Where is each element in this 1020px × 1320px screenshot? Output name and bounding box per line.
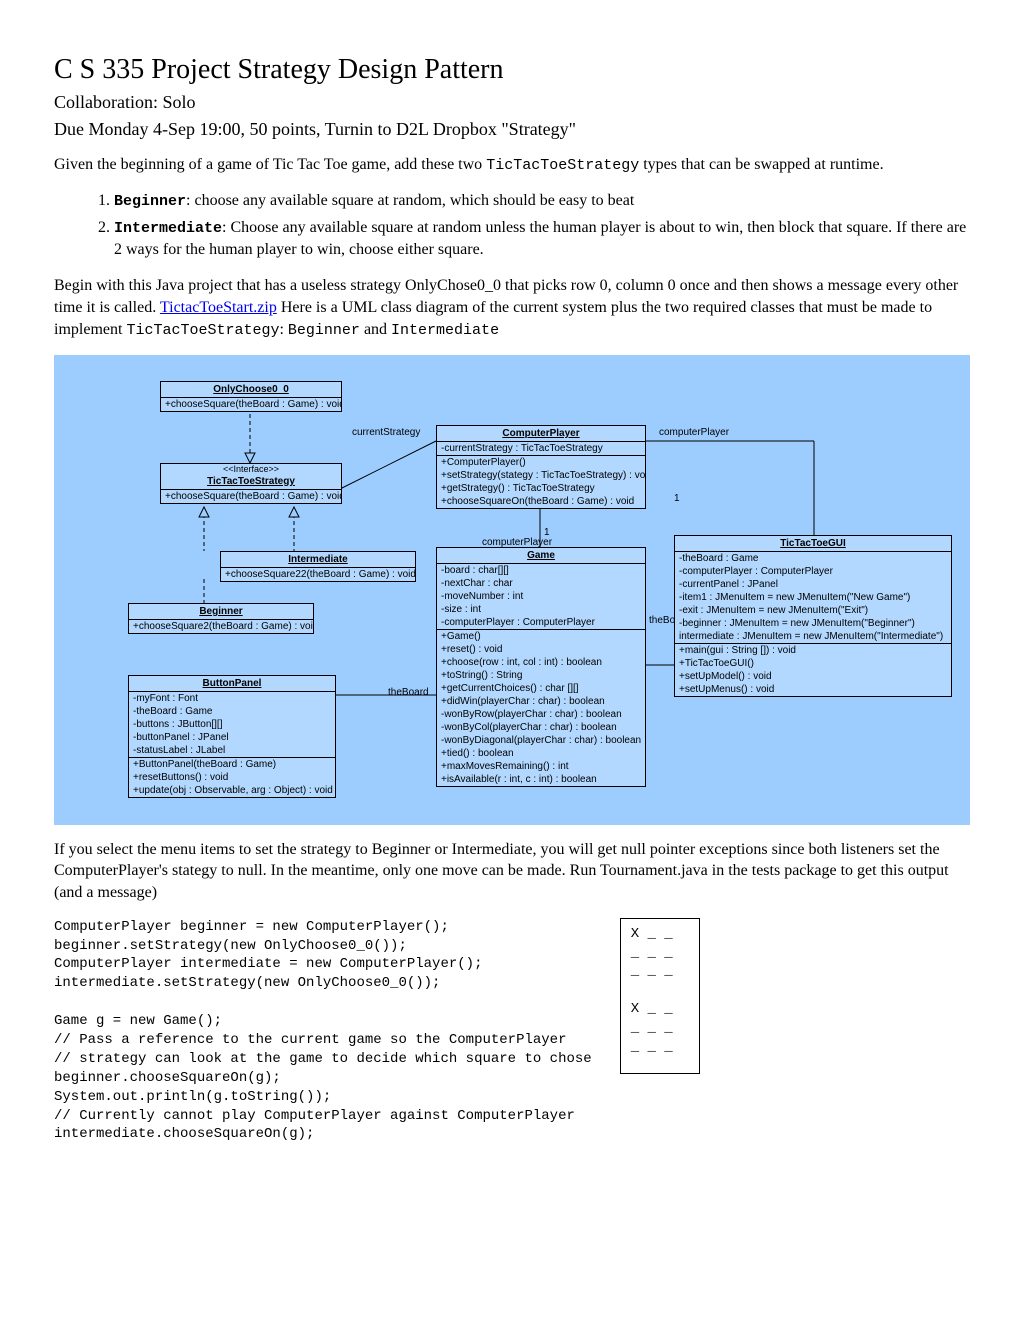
uml-method: +chooseSquare22(theBoard : Game) : void: [221, 568, 415, 581]
uml-attr: -beginner : JMenuItem = new JMenuItem("B…: [675, 617, 951, 630]
uml-method: +getCurrentChoices() : char [][]: [437, 682, 645, 695]
uml-method: +ButtonPanel(theBoard : Game): [129, 758, 335, 771]
uml-method: -wonByDiagonal(playerChar : char) : bool…: [437, 734, 645, 747]
begin-code3: Intermediate: [391, 322, 499, 339]
req-desc: : Choose any available square at random …: [114, 219, 966, 258]
uml-attr: -computerPlayer : ComputerPlayer: [437, 616, 645, 629]
uml-class-gui: TicTacToeGUI -theBoard : Game -computerP…: [674, 535, 952, 697]
requirements-list: Beginner: choose any available square at…: [54, 190, 970, 261]
uml-class-title: Beginner: [129, 604, 313, 620]
intro-paragraph: Given the beginning of a game of Tic Tac…: [54, 154, 970, 176]
after-uml-paragraph: If you select the menu items to set the …: [54, 839, 970, 904]
uml-method: +update(obj : Observable, arg : Object) …: [129, 784, 335, 797]
uml-attr: -theBoard : Game: [675, 552, 951, 565]
requirement-item: Beginner: choose any available square at…: [114, 190, 970, 212]
uml-method: +chooseSquare(theBoard : Game) : void: [161, 398, 341, 411]
collab-line: Collaboration: Solo: [54, 92, 970, 113]
begin-mid: :: [279, 321, 287, 338]
uml-class-title: Intermediate: [221, 552, 415, 568]
uml-class-onlychoose: OnlyChoose0_0 +chooseSquare(theBoard : G…: [160, 381, 342, 412]
uml-method: +choose(row : int, col : int) : boolean: [437, 656, 645, 669]
uml-method: +isAvailable(r : int, c : int) : boolean: [437, 773, 645, 786]
uml-class-title: TicTacToeGUI: [675, 536, 951, 552]
intro-code: TicTacToeStrategy: [486, 157, 639, 174]
uml-class-beginner: Beginner +chooseSquare2(theBoard : Game)…: [128, 603, 314, 634]
uml-attr: -board : char[][]: [437, 564, 645, 577]
uml-class-title: Game: [437, 548, 645, 564]
uml-method: +ComputerPlayer(): [437, 456, 645, 469]
uml-attr: -buttons : JButton[][]: [129, 718, 335, 731]
uml-method: +tied() : boolean: [437, 747, 645, 760]
uml-mult: 1: [544, 527, 550, 538]
uml-attr: -currentPanel : JPanel: [675, 578, 951, 591]
uml-diagram: currentStrategy computerPlayer computerP…: [54, 355, 970, 825]
uml-method: +reset() : void: [437, 643, 645, 656]
uml-attr: intermediate : JMenuItem = new JMenuItem…: [675, 630, 951, 643]
uml-label: theBoard: [388, 687, 429, 698]
zip-link[interactable]: TictacToeStart.zip: [160, 299, 277, 316]
output-box: X _ _ _ _ _ _ _ _ X _ _ _ _ _ _ _ _: [620, 918, 700, 1074]
uml-attr: -theBoard : Game: [129, 705, 335, 718]
req-name: Beginner: [114, 193, 186, 210]
uml-method: +chooseSquare2(theBoard : Game) : void: [129, 620, 313, 633]
uml-class-intermediate: Intermediate +chooseSquare22(theBoard : …: [220, 551, 416, 582]
uml-attr: -myFont : Font: [129, 692, 335, 705]
code-output-block: ComputerPlayer beginner = new ComputerPl…: [54, 918, 970, 1145]
uml-interface-strategy: <<Interface>> TicTacToeStrategy +chooseS…: [160, 463, 342, 504]
uml-method: -wonByRow(playerChar : char) : boolean: [437, 708, 645, 721]
uml-attr: -item1 : JMenuItem = new JMenuItem("New …: [675, 591, 951, 604]
uml-attr: -moveNumber : int: [437, 590, 645, 603]
uml-method: +maxMovesRemaining() : int: [437, 760, 645, 773]
uml-class-title: TicTacToeStrategy: [161, 474, 341, 490]
uml-method: +Game(): [437, 630, 645, 643]
uml-class-computerplayer: ComputerPlayer -currentStrategy : TicTac…: [436, 425, 646, 509]
begin-and: and: [360, 321, 391, 338]
uml-method: +TicTacToeGUI(): [675, 657, 951, 670]
uml-label: currentStrategy: [352, 427, 420, 438]
page-title: C S 335 Project Strategy Design Pattern: [54, 54, 970, 86]
uml-method: +resetButtons() : void: [129, 771, 335, 784]
uml-attr: -size : int: [437, 603, 645, 616]
uml-method: +setUpMenus() : void: [675, 683, 951, 696]
uml-class-game: Game -board : char[][] -nextChar : char …: [436, 547, 646, 787]
intro-text-a: Given the beginning of a game of Tic Tac…: [54, 156, 486, 173]
uml-method: +setStrategy(stategy : TicTacToeStrategy…: [437, 469, 645, 482]
uml-attr: -nextChar : char: [437, 577, 645, 590]
uml-method: +chooseSquare(theBoard : Game) : void: [161, 490, 341, 503]
begin-code2: Beginner: [288, 322, 360, 339]
intro-text-b: types that can be swapped at runtime.: [639, 156, 883, 173]
uml-attr: -exit : JMenuItem = new JMenuItem("Exit"…: [675, 604, 951, 617]
uml-method: +toString() : String: [437, 669, 645, 682]
req-name: Intermediate: [114, 220, 222, 237]
due-line: Due Monday 4-Sep 19:00, 50 points, Turni…: [54, 119, 970, 140]
uml-label: computerPlayer: [659, 427, 729, 438]
uml-class-title: OnlyChoose0_0: [161, 382, 341, 398]
req-desc: : choose any available square at random,…: [186, 192, 634, 209]
uml-attr: -statusLabel : JLabel: [129, 744, 335, 757]
code-sample: ComputerPlayer beginner = new ComputerPl…: [54, 918, 592, 1145]
uml-method: -wonByCol(playerChar : char) : boolean: [437, 721, 645, 734]
uml-attr: -buttonPanel : JPanel: [129, 731, 335, 744]
uml-class-title: ButtonPanel: [129, 676, 335, 692]
uml-class-buttonpanel: ButtonPanel -myFont : Font -theBoard : G…: [128, 675, 336, 798]
requirement-item: Intermediate: Choose any available squar…: [114, 217, 970, 262]
uml-method: +chooseSquareOn(theBoard : Game) : void: [437, 495, 645, 508]
uml-method: +getStrategy() : TicTacToeStrategy: [437, 482, 645, 495]
uml-method: +setUpModel() : void: [675, 670, 951, 683]
begin-code1: TicTacToeStrategy: [126, 322, 279, 339]
uml-method: +main(gui : String []) : void: [675, 644, 951, 657]
uml-class-title: ComputerPlayer: [437, 426, 645, 442]
uml-attr: -currentStrategy : TicTacToeStrategy: [437, 442, 645, 455]
uml-mult: 1: [674, 493, 680, 504]
uml-stereotype: <<Interface>>: [161, 464, 341, 474]
uml-attr: -computerPlayer : ComputerPlayer: [675, 565, 951, 578]
begin-paragraph: Begin with this Java project that has a …: [54, 275, 970, 340]
uml-method: +didWin(playerChar : char) : boolean: [437, 695, 645, 708]
